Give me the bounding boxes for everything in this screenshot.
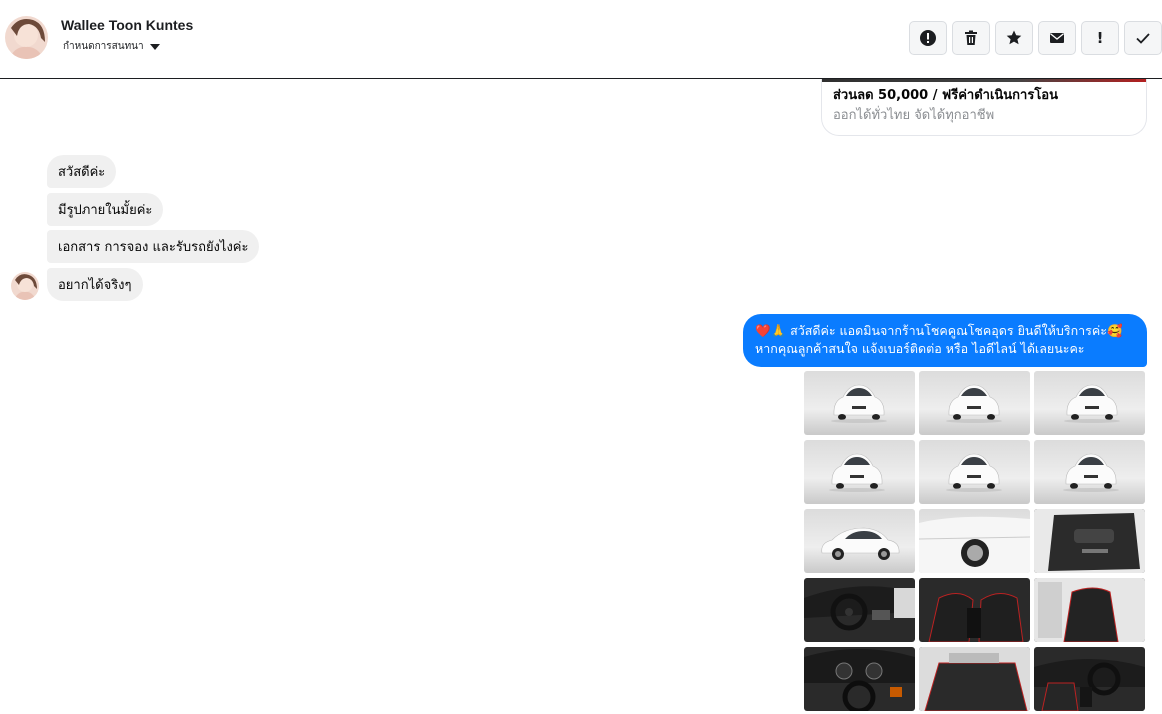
car-photo-image bbox=[1034, 440, 1145, 504]
outgoing-message-line: หากคุณลูกค้าสนใจ แจ้งเบอร์ติดต่อ หรือ ไอ… bbox=[755, 341, 1085, 356]
car-photo-thumbnail[interactable] bbox=[804, 371, 915, 435]
car-photo-thumbnail[interactable] bbox=[1034, 578, 1145, 642]
sender-avatar[interactable] bbox=[11, 272, 39, 300]
car-photo-thumbnail[interactable] bbox=[919, 440, 1030, 504]
check-icon bbox=[1136, 33, 1150, 44]
car-photo-image bbox=[804, 578, 915, 642]
incoming-message[interactable]: อยากได้จริงๆ bbox=[47, 268, 143, 301]
star-icon bbox=[1006, 30, 1022, 45]
car-photo-thumbnail[interactable] bbox=[1034, 371, 1145, 435]
car-photo-image bbox=[919, 509, 1030, 573]
listing-card-title: ส่วนลด 50,000 / ฟรีค่าดำเนินการโอน bbox=[833, 88, 1058, 103]
car-photo-image bbox=[1034, 647, 1145, 711]
caret-down-icon bbox=[149, 43, 160, 50]
car-photo-thumbnail[interactable] bbox=[804, 647, 915, 711]
mark-unread-button[interactable] bbox=[1038, 21, 1076, 55]
car-photo-image bbox=[804, 371, 915, 435]
car-photo-thumbnail[interactable] bbox=[919, 578, 1030, 642]
car-photo-thumbnail[interactable] bbox=[1034, 440, 1145, 504]
car-photo-thumbnail[interactable] bbox=[804, 440, 915, 504]
car-photo-thumbnail[interactable] bbox=[1034, 509, 1145, 573]
incoming-message[interactable]: มีรูปภายในมั้ยค่ะ bbox=[47, 193, 164, 226]
delete-button[interactable] bbox=[952, 21, 990, 55]
conversation-header: Wallee Toon Kuntes กำหนดการสนทนา ! bbox=[0, 0, 1162, 79]
car-photo-thumbnail[interactable] bbox=[804, 578, 915, 642]
trash-icon bbox=[965, 30, 977, 45]
car-photo-image bbox=[919, 578, 1030, 642]
car-photo-image bbox=[919, 371, 1030, 435]
listing-card-subtitle: ออกได้ทั่วไทย จัดได้ทุกอาชีพ bbox=[833, 108, 995, 123]
mark-done-button[interactable] bbox=[1124, 21, 1162, 55]
incoming-message[interactable]: สวัสดีค่ะ bbox=[47, 155, 117, 188]
mark-spam-button[interactable]: ! bbox=[1081, 21, 1119, 55]
mail-icon bbox=[1050, 33, 1064, 43]
alert-circle-icon bbox=[920, 30, 936, 46]
car-photo-thumbnail[interactable] bbox=[919, 509, 1030, 573]
listing-card-image bbox=[822, 79, 1146, 82]
avatar[interactable] bbox=[5, 16, 48, 59]
car-photo-image bbox=[804, 440, 915, 504]
car-photo-image bbox=[1034, 509, 1145, 573]
car-photo-thumbnail[interactable] bbox=[1034, 647, 1145, 711]
report-button[interactable] bbox=[909, 21, 947, 55]
listing-card[interactable]: ส่วนลด 50,000 / ฟรีค่าดำเนินการโอน ออกได… bbox=[821, 79, 1147, 136]
incoming-message[interactable]: เอกสาร การจอง และรับรถยังไงค่ะ bbox=[47, 230, 260, 263]
car-photo-image bbox=[919, 647, 1030, 711]
contact-name[interactable]: Wallee Toon Kuntes bbox=[61, 17, 193, 33]
star-button[interactable] bbox=[995, 21, 1033, 55]
outgoing-message-line: ❤️🙏 สวัสดีค่ะ แอดมินจากร้านโชคคูณโชคอุดร… bbox=[755, 323, 1123, 338]
car-photo-thumbnail[interactable] bbox=[919, 647, 1030, 711]
conversation-status-dropdown[interactable]: กำหนดการสนทนา bbox=[63, 39, 160, 54]
car-photo-image bbox=[804, 509, 915, 573]
car-photo-image bbox=[919, 440, 1030, 504]
outgoing-message[interactable]: ❤️🙏 สวัสดีค่ะ แอดมินจากร้านโชคคูณโชคอุดร… bbox=[743, 314, 1147, 367]
car-photo-image bbox=[1034, 578, 1145, 642]
car-photo-image bbox=[1034, 371, 1145, 435]
conversation-status-label: กำหนดการสนทนา bbox=[63, 41, 144, 52]
car-photo-thumbnail[interactable] bbox=[804, 509, 915, 573]
header-actions: ! bbox=[909, 21, 1162, 55]
car-photo-image bbox=[804, 647, 915, 711]
photo-grid bbox=[804, 371, 1146, 711]
car-photo-thumbnail[interactable] bbox=[919, 371, 1030, 435]
exclamation-icon: ! bbox=[1096, 29, 1104, 47]
